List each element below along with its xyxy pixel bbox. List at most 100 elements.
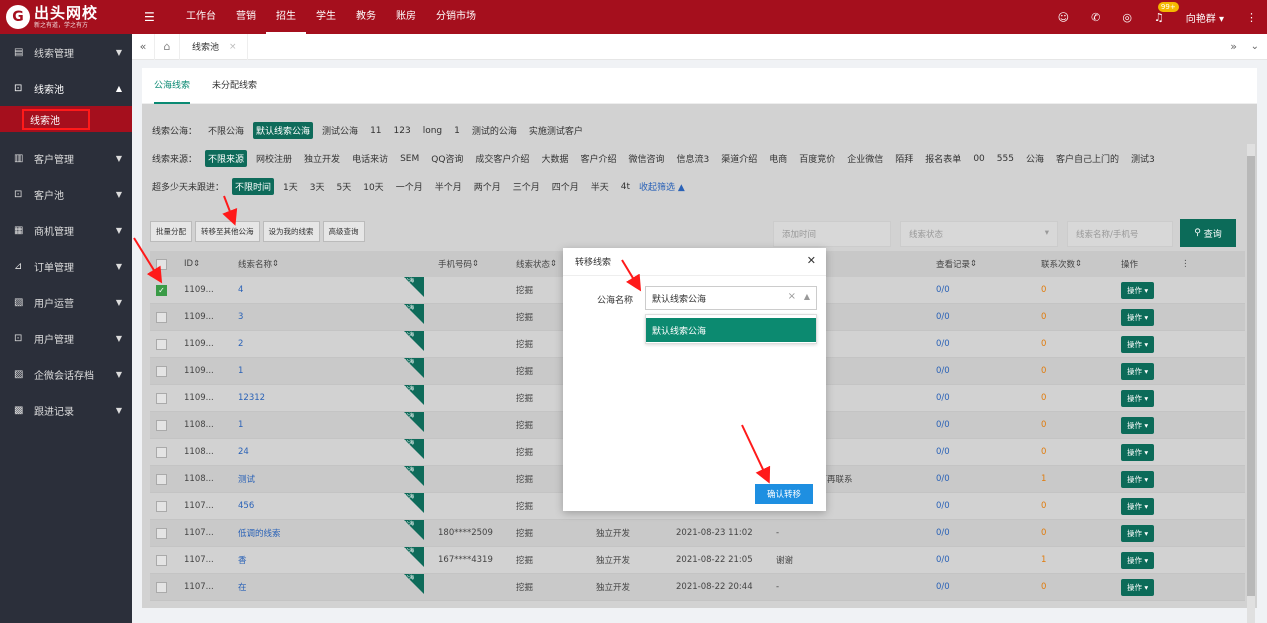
sidebar-item[interactable]: ▥ 客户管理 ▼	[0, 140, 132, 176]
view-record-link[interactable]: 0/0	[936, 447, 950, 457]
row-checkbox-cell[interactable]	[150, 466, 178, 492]
filter-option[interactable]: 1天	[280, 178, 301, 195]
filter-option[interactable]: 电话来访	[349, 150, 391, 167]
sidebar-item[interactable]: ▨ 企微会话存档 ▼	[0, 356, 132, 392]
column-header[interactable]: 操作	[1115, 251, 1175, 277]
filter-option[interactable]: 网校注册	[253, 150, 295, 167]
sidebar-item[interactable]: ⊿ 订单管理 ▼	[0, 248, 132, 284]
filter-option[interactable]: 大数据	[538, 150, 571, 167]
help-icon[interactable]: ☺	[1058, 11, 1069, 24]
row-checkbox[interactable]	[156, 365, 167, 377]
filter-option[interactable]: 信息流3	[673, 150, 712, 167]
tabs-scroll-right-icon[interactable]: »	[1230, 40, 1237, 53]
filter-option[interactable]: 两个月	[471, 178, 504, 195]
topnav-item[interactable]: 工作台	[176, 0, 226, 34]
view-record-link[interactable]: 0/0	[936, 474, 950, 484]
filter-option[interactable]: 独立开发	[301, 150, 343, 167]
filter-option[interactable]: 测试公海	[319, 122, 361, 139]
operation-button[interactable]: 操作 ▾	[1121, 578, 1155, 596]
filter-option[interactable]: 三个月	[510, 178, 543, 195]
column-header[interactable]: 线索名称 ⇕	[232, 251, 432, 277]
sort-icon[interactable]: ⇕	[193, 259, 200, 269]
filter-option[interactable]: SEM	[397, 152, 422, 166]
clue-name-link[interactable]: 3	[238, 312, 243, 322]
column-header[interactable]: 手机号码 ⇕	[432, 251, 510, 277]
row-checkbox[interactable]	[156, 311, 167, 323]
view-record-link[interactable]: 0/0	[936, 555, 950, 565]
tab-public-clues[interactable]: 公海线索	[154, 68, 191, 104]
column-header[interactable]: 联系次数 ⇕	[1035, 251, 1115, 277]
filter-option[interactable]: 四个月	[549, 178, 582, 195]
filter-option[interactable]: 不限来源	[205, 150, 248, 167]
view-record-link[interactable]: 0/0	[936, 285, 950, 295]
filter-option[interactable]: 3天	[307, 178, 328, 195]
filter-option[interactable]: 11	[367, 124, 384, 138]
filter-option[interactable]: long	[420, 124, 445, 138]
filter-option[interactable]: 百度竞价	[796, 150, 838, 167]
filter-option[interactable]: 渠道介绍	[718, 150, 760, 167]
pool-name-select[interactable]: 默认线索公海 × ▲	[645, 286, 817, 310]
view-record-link[interactable]: 0/0	[936, 420, 950, 430]
clue-name-link[interactable]: 低调的线索	[238, 527, 281, 539]
row-checkbox[interactable]	[156, 446, 167, 458]
filter-option[interactable]: 123	[391, 124, 414, 138]
more-menu-icon[interactable]: ⋮	[1246, 11, 1257, 24]
row-checkbox[interactable]	[156, 554, 167, 566]
confirm-transfer-button[interactable]: 确认转移	[755, 484, 813, 504]
topnav-item[interactable]: 账房	[386, 0, 426, 34]
clue-name-link[interactable]: 测试	[238, 473, 255, 485]
clue-name-link[interactable]: 在	[238, 581, 247, 593]
sidebar-subitem[interactable]: 线索池	[0, 106, 132, 132]
close-icon[interactable]: ✕	[807, 254, 816, 267]
filter-option[interactable]: 555	[994, 152, 1017, 166]
row-checkbox-cell[interactable]	[150, 358, 178, 384]
clue-name-link[interactable]: 1	[238, 366, 243, 376]
view-record-link[interactable]: 0/0	[936, 312, 950, 322]
topnav-item[interactable]: 分销市场	[426, 0, 486, 34]
keyword-input[interactable]: 线索名称/手机号	[1067, 221, 1173, 247]
row-checkbox[interactable]	[156, 581, 167, 593]
filter-option[interactable]: 不限时间	[232, 178, 275, 195]
row-checkbox[interactable]	[156, 473, 167, 485]
batch-assign-button[interactable]: 批量分配	[150, 221, 192, 242]
view-record-link[interactable]: 0/0	[936, 339, 950, 349]
row-checkbox-cell[interactable]	[150, 304, 178, 330]
operation-button[interactable]: 操作 ▾	[1121, 443, 1155, 461]
operation-button[interactable]: 操作 ▾	[1121, 551, 1155, 569]
view-record-link[interactable]: 0/0	[936, 582, 950, 592]
notification-icon[interactable]: ♫ 99+	[1154, 1, 1179, 24]
filter-option[interactable]: 半天	[588, 178, 612, 195]
filter-option[interactable]: 报名表单	[922, 150, 964, 167]
sort-icon[interactable]: ⇕	[550, 259, 557, 269]
view-record-link[interactable]: 0/0	[936, 393, 950, 403]
sidebar-item[interactable]: ▩ 跟进记录 ▼	[0, 392, 132, 428]
filter-option[interactable]: 不限公海	[205, 122, 247, 139]
sidebar-item[interactable]: ▤ 线索管理 ▼	[0, 34, 132, 70]
view-record-link[interactable]: 0/0	[936, 366, 950, 376]
column-header[interactable]: 查看记录 ⇕	[930, 251, 1035, 277]
row-checkbox-cell[interactable]	[150, 439, 178, 465]
topnav-item[interactable]: 招生	[266, 0, 306, 34]
clue-name-link[interactable]: 12312	[238, 393, 265, 403]
operation-button[interactable]: 操作 ▾	[1121, 308, 1155, 326]
row-checkbox-cell[interactable]	[150, 493, 178, 519]
row-checkbox-cell[interactable]	[150, 331, 178, 357]
operation-button[interactable]: 操作 ▾	[1121, 362, 1155, 380]
sort-icon[interactable]: ⇕	[272, 259, 279, 269]
clue-name-link[interactable]: 4	[238, 285, 243, 295]
clue-name-link[interactable]: 香	[238, 554, 247, 566]
menu-toggle-icon[interactable]: ☰	[144, 10, 162, 24]
filter-option[interactable]: 陌拜	[892, 150, 916, 167]
pool-option[interactable]: 默认线索公海	[646, 318, 816, 342]
filter-option[interactable]: 微信咨询	[625, 150, 667, 167]
collapse-filter-link[interactable]: 收起筛选 ▲	[639, 180, 685, 193]
sidebar-item[interactable]: ⊡ 线索池 ▲	[0, 70, 132, 106]
row-checkbox-cell[interactable]: ✓	[150, 277, 178, 303]
sidebar-item[interactable]: ⊡ 客户池 ▼	[0, 176, 132, 212]
view-record-link[interactable]: 0/0	[936, 528, 950, 538]
filter-option[interactable]: 测试的公海	[469, 122, 520, 139]
tab-unassigned-clues[interactable]: 未分配线索	[212, 68, 257, 104]
filter-option[interactable]: 客户自己上门的	[1053, 150, 1122, 167]
filter-option[interactable]: 4t	[618, 180, 633, 194]
filter-option[interactable]: 00	[970, 152, 987, 166]
